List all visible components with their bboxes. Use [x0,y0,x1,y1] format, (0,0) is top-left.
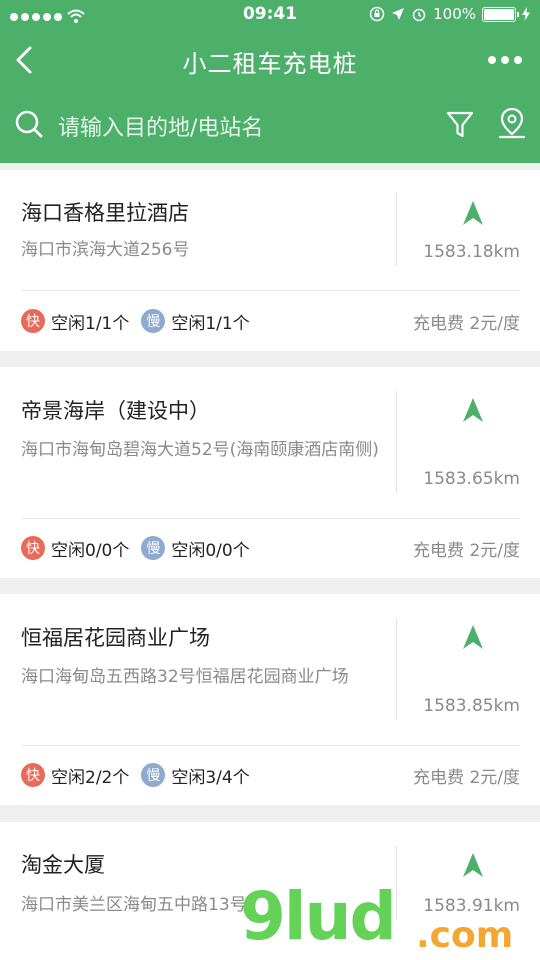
charger-availability: 快 空闲0/0个 慢 空闲0/0个 充电费 2元/度 [21,534,520,562]
station-name: 淘金大厦 [21,853,105,877]
divider [21,518,520,519]
station-name: 帝景海岸（建设中） [21,399,210,423]
divider [396,846,397,920]
top-bar: 09:41 100% 小二租车充电桩 请输入目的地/电站名 [0,0,540,163]
station-card[interactable]: 帝景海岸（建设中） 海口市海甸岛碧海大道52号(海南颐康酒店南侧) 1583.6… [0,367,540,578]
station-address: 海口市滨海大道256号 [21,240,190,260]
station-distance: 1583.18km [423,242,520,262]
navigate-arrow-icon[interactable] [462,397,484,423]
charging-fee: 充电费 2元/度 [413,767,520,788]
slow-charger-count: 空闲1/1个 [171,313,250,334]
station-card[interactable]: 恒福居花园商业广场 海口海甸岛五西路32号恒福居花园商业广场 1583.85km… [0,594,540,805]
location-arrow-icon [392,8,405,20]
slow-charger-badge: 慢 [141,536,166,560]
fast-charger-badge: 快 [21,309,45,333]
station-card[interactable]: 海口香格里拉酒店 海口市滨海大道256号 1583.18km 快 空闲1/1个 … [0,170,540,351]
slow-charger-count: 空闲3/4个 [171,767,250,788]
fast-charger-count: 空闲1/1个 [51,313,130,334]
charging-fee: 充电费 2元/度 [413,540,520,561]
navigate-arrow-icon[interactable] [462,852,484,878]
divider [21,290,520,291]
navigate-arrow-icon[interactable] [462,624,484,650]
battery-icon [482,6,519,22]
station-name: 恒福居花园商业广场 [21,626,210,650]
charging-bolt-icon [522,7,530,21]
station-name: 海口香格里拉酒店 [21,201,189,225]
charger-availability: 快 空闲2/2个 慢 空闲3/4个 充电费 2元/度 [21,761,520,789]
alarm-icon [412,8,426,22]
station-address: 海口市海甸岛碧海大道52号(海南颐康酒店南侧) [21,440,379,460]
station-distance: 1583.65km [423,469,520,489]
watermark-suffix: .com [416,915,514,956]
search-icon [15,110,43,138]
navigate-arrow-icon[interactable] [462,200,484,226]
charger-availability: 快 空闲1/1个 慢 空闲1/1个 充电费 2元/度 [21,307,520,335]
charging-fee: 充电费 2元/度 [413,313,520,334]
fast-charger-badge: 快 [21,763,45,787]
search-input[interactable]: 请输入目的地/电站名 [58,110,263,142]
station-address: 海口海甸岛五西路32号恒福居花园商业广场 [21,667,349,687]
status-bar: 09:41 100% [0,0,540,30]
station-distance: 1583.91km [423,896,520,916]
rotation-lock-icon [369,6,385,22]
divider [396,391,397,493]
battery-percent: 100% [433,5,476,23]
slow-charger-badge: 慢 [141,763,166,787]
divider [396,618,397,720]
search-bar[interactable]: 请输入目的地/电站名 [0,100,540,152]
fast-charger-count: 空闲2/2个 [51,767,130,788]
slow-charger-badge: 慢 [141,309,166,333]
divider [21,745,520,746]
status-right: 100% [369,5,530,23]
fast-charger-count: 空闲0/0个 [51,540,130,561]
more-menu-icon[interactable] [488,56,522,64]
station-distance: 1583.85km [423,696,520,716]
filter-icon[interactable] [446,110,474,140]
fast-charger-badge: 快 [21,536,45,560]
page-title: 小二租车充电桩 [182,50,358,78]
map-pin-icon[interactable] [498,106,526,142]
slow-charger-count: 空闲0/0个 [171,540,250,561]
navigation-bar: 小二租车充电桩 [0,32,540,90]
watermark-logo: 9lud [240,878,397,955]
divider [396,192,397,266]
